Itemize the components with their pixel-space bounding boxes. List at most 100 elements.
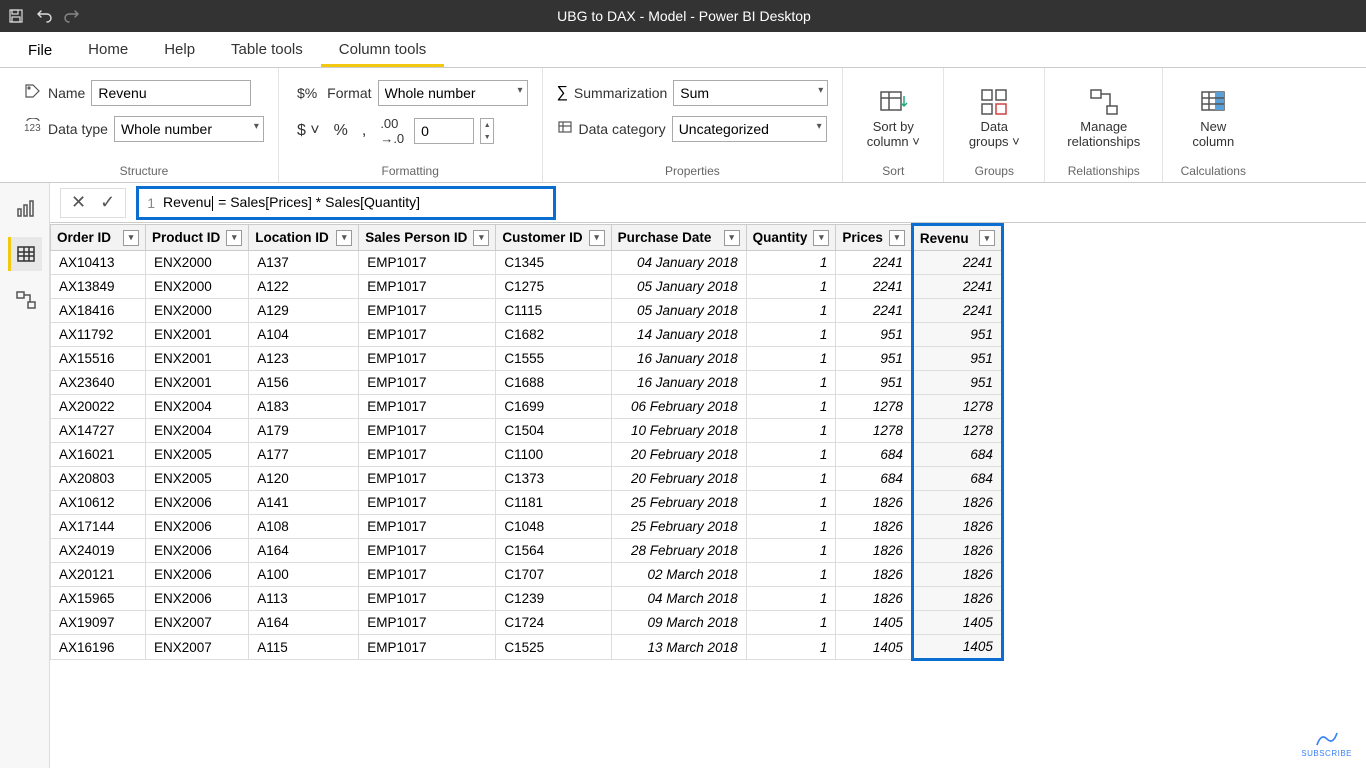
- cell[interactable]: C1239: [496, 587, 611, 611]
- cell[interactable]: C1100: [496, 443, 611, 467]
- cell[interactable]: C1373: [496, 467, 611, 491]
- formula-input[interactable]: 1 Revenu = Sales[Prices] * Sales[Quantit…: [136, 186, 556, 220]
- cell[interactable]: 1278: [912, 419, 1002, 443]
- cell[interactable]: AX18416: [51, 299, 146, 323]
- cell[interactable]: EMP1017: [359, 467, 496, 491]
- cell[interactable]: 1826: [912, 563, 1002, 587]
- cell[interactable]: 06 February 2018: [611, 395, 746, 419]
- cell[interactable]: ENX2001: [146, 323, 249, 347]
- cell[interactable]: AX16021: [51, 443, 146, 467]
- cell[interactable]: ENX2007: [146, 635, 249, 660]
- table-row[interactable]: AX10413ENX2000A137EMP1017C134504 January…: [51, 251, 1003, 275]
- name-field[interactable]: [91, 80, 251, 106]
- cell[interactable]: C1504: [496, 419, 611, 443]
- table-row[interactable]: AX13849ENX2000A122EMP1017C127505 January…: [51, 275, 1003, 299]
- cell[interactable]: AX16196: [51, 635, 146, 660]
- cell[interactable]: 1826: [912, 491, 1002, 515]
- tab-table-tools[interactable]: Table tools: [213, 33, 321, 67]
- cell[interactable]: ENX2004: [146, 395, 249, 419]
- cell[interactable]: EMP1017: [359, 251, 496, 275]
- cell[interactable]: 2241: [912, 275, 1002, 299]
- cell[interactable]: C1707: [496, 563, 611, 587]
- cell[interactable]: 04 March 2018: [611, 587, 746, 611]
- cell[interactable]: C1115: [496, 299, 611, 323]
- table-row[interactable]: AX16021ENX2005A177EMP1017C110020 Februar…: [51, 443, 1003, 467]
- data-grid-scroll[interactable]: Order ID▾Product ID▾Location ID▾Sales Pe…: [50, 223, 1366, 768]
- cell[interactable]: EMP1017: [359, 563, 496, 587]
- cell[interactable]: C1345: [496, 251, 611, 275]
- save-icon[interactable]: [8, 8, 24, 24]
- cell[interactable]: ENX2007: [146, 611, 249, 635]
- cell[interactable]: 02 March 2018: [611, 563, 746, 587]
- cell[interactable]: AX17144: [51, 515, 146, 539]
- decimals-input[interactable]: [414, 118, 474, 144]
- cell[interactable]: 1826: [836, 587, 913, 611]
- cell[interactable]: ENX2000: [146, 299, 249, 323]
- cell[interactable]: AX19097: [51, 611, 146, 635]
- formula-cancel-button[interactable]: ✕: [71, 192, 86, 213]
- cell[interactable]: 04 January 2018: [611, 251, 746, 275]
- cell[interactable]: A177: [249, 443, 359, 467]
- cell[interactable]: 1826: [912, 587, 1002, 611]
- cell[interactable]: EMP1017: [359, 371, 496, 395]
- formula-commit-button[interactable]: ✓: [100, 192, 115, 213]
- cell[interactable]: A129: [249, 299, 359, 323]
- cell[interactable]: 1: [746, 251, 836, 275]
- cell[interactable]: EMP1017: [359, 635, 496, 660]
- cell[interactable]: EMP1017: [359, 515, 496, 539]
- cell[interactable]: 1405: [836, 635, 913, 660]
- column-header[interactable]: Purchase Date▾: [611, 225, 746, 251]
- tab-file[interactable]: File: [10, 34, 70, 67]
- cell[interactable]: C1724: [496, 611, 611, 635]
- cell[interactable]: A164: [249, 539, 359, 563]
- model-view-button[interactable]: [8, 283, 42, 317]
- cell[interactable]: EMP1017: [359, 347, 496, 371]
- table-row[interactable]: AX14727ENX2004A179EMP1017C150410 Februar…: [51, 419, 1003, 443]
- cell[interactable]: EMP1017: [359, 395, 496, 419]
- category-select[interactable]: [672, 116, 827, 142]
- table-row[interactable]: AX20022ENX2004A183EMP1017C169906 Februar…: [51, 395, 1003, 419]
- column-header[interactable]: Customer ID▾: [496, 225, 611, 251]
- tab-column-tools[interactable]: Column tools: [321, 33, 445, 67]
- cell[interactable]: 2241: [836, 299, 913, 323]
- table-row[interactable]: AX16196ENX2007A115EMP1017C152513 March 2…: [51, 635, 1003, 660]
- decimals-up[interactable]: ▲: [484, 122, 491, 129]
- cell[interactable]: A115: [249, 635, 359, 660]
- cell[interactable]: A183: [249, 395, 359, 419]
- cell[interactable]: ENX2000: [146, 275, 249, 299]
- new-column-button[interactable]: New column: [1177, 80, 1249, 164]
- cell[interactable]: EMP1017: [359, 419, 496, 443]
- cell[interactable]: 951: [836, 371, 913, 395]
- cell[interactable]: 1826: [836, 515, 913, 539]
- data-view-button[interactable]: [8, 237, 42, 271]
- column-header[interactable]: Location ID▾: [249, 225, 359, 251]
- summarization-select[interactable]: [673, 80, 828, 106]
- column-header[interactable]: Quantity▾: [746, 225, 836, 251]
- cell[interactable]: 1: [746, 635, 836, 660]
- cell[interactable]: 951: [836, 347, 913, 371]
- cell[interactable]: 684: [836, 467, 913, 491]
- cell[interactable]: A122: [249, 275, 359, 299]
- cell[interactable]: C1682: [496, 323, 611, 347]
- cell[interactable]: C1555: [496, 347, 611, 371]
- cell[interactable]: C1525: [496, 635, 611, 660]
- column-header[interactable]: Sales Person ID▾: [359, 225, 496, 251]
- cell[interactable]: ENX2000: [146, 251, 249, 275]
- cell[interactable]: A156: [249, 371, 359, 395]
- cell[interactable]: AX20022: [51, 395, 146, 419]
- cell[interactable]: 1278: [836, 419, 913, 443]
- cell[interactable]: 05 January 2018: [611, 275, 746, 299]
- cell[interactable]: ENX2004: [146, 419, 249, 443]
- cell[interactable]: 684: [912, 467, 1002, 491]
- cell[interactable]: 10 February 2018: [611, 419, 746, 443]
- cell[interactable]: 1: [746, 587, 836, 611]
- column-header[interactable]: Prices▾: [836, 225, 913, 251]
- cell[interactable]: 1826: [836, 539, 913, 563]
- cell[interactable]: ENX2001: [146, 347, 249, 371]
- cell[interactable]: A137: [249, 251, 359, 275]
- table-row[interactable]: AX11792ENX2001A104EMP1017C168214 January…: [51, 323, 1003, 347]
- cell[interactable]: 28 February 2018: [611, 539, 746, 563]
- cell[interactable]: AX23640: [51, 371, 146, 395]
- cell[interactable]: AX24019: [51, 539, 146, 563]
- cell[interactable]: A104: [249, 323, 359, 347]
